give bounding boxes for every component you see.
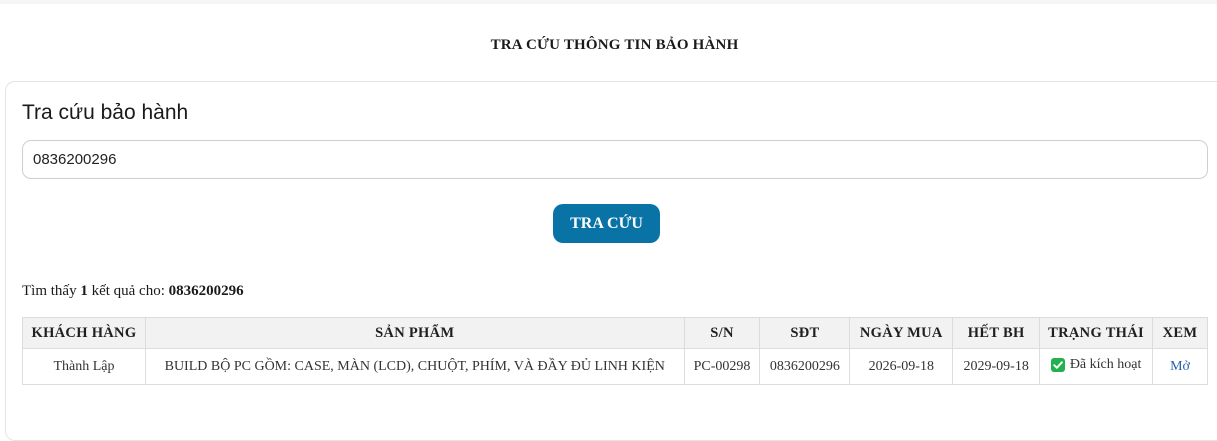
status-label: Đã kích hoạt <box>1069 356 1142 372</box>
cell-product: BUILD BỘ PC GỒM: CASE, MÀN (LCD), CHUỘT,… <box>144 348 685 385</box>
cell-warranty-end: 2029-09-18 <box>952 348 1041 385</box>
search-input[interactable] <box>22 140 1208 179</box>
col-header-product: SẢN PHẨM <box>144 317 685 349</box>
summary-prefix: Tìm thấy <box>22 283 77 299</box>
cell-status: Đã kích hoạt <box>1039 348 1154 385</box>
table-row: Thành Lập BUILD BỘ PC GỒM: CASE, MÀN (LC… <box>22 348 1208 385</box>
col-header-warranty-end: HẾT BH <box>952 317 1041 349</box>
col-header-view: XEM <box>1152 317 1208 349</box>
cell-phone: 0836200296 <box>759 348 851 385</box>
cell-serial: PC-00298 <box>683 348 761 385</box>
col-header-purchase-date: NGÀY MUA <box>849 317 954 349</box>
results-table: KHÁCH HÀNG SẢN PHẨM S/N SĐT NGÀY MUA HẾT… <box>22 317 1208 385</box>
col-header-phone: SĐT <box>759 317 851 349</box>
open-link[interactable]: Mở <box>1170 359 1190 374</box>
top-band <box>0 0 1217 4</box>
col-header-customer: KHÁCH HÀNG <box>22 317 146 349</box>
page-title: TRA CỨU THÔNG TIN BẢO HÀNH <box>490 37 739 53</box>
cell-purchase-date: 2026-09-18 <box>849 348 954 385</box>
result-count: 1 <box>80 283 88 299</box>
col-header-serial: S/N <box>683 317 761 349</box>
check-square-icon <box>1050 357 1065 372</box>
search-button[interactable]: TRA CỨU <box>553 204 660 243</box>
cell-view: Mở <box>1152 348 1208 385</box>
status-badge: Đã kích hoạt <box>1050 356 1142 373</box>
table-header-row: KHÁCH HÀNG SẢN PHẨM S/N SĐT NGÀY MUA HẾT… <box>22 317 1208 349</box>
search-card <box>5 81 1217 441</box>
card-title: Tra cứu bảo hành <box>22 101 189 124</box>
col-header-status: TRẠNG THÁI <box>1039 317 1154 349</box>
result-summary: Tìm thấy 1 kết quả cho: 0836200296 <box>22 283 244 300</box>
summary-middle: kết quả cho: <box>91 283 165 299</box>
cell-customer: Thành Lập <box>22 348 146 385</box>
result-query: 0836200296 <box>168 283 244 299</box>
